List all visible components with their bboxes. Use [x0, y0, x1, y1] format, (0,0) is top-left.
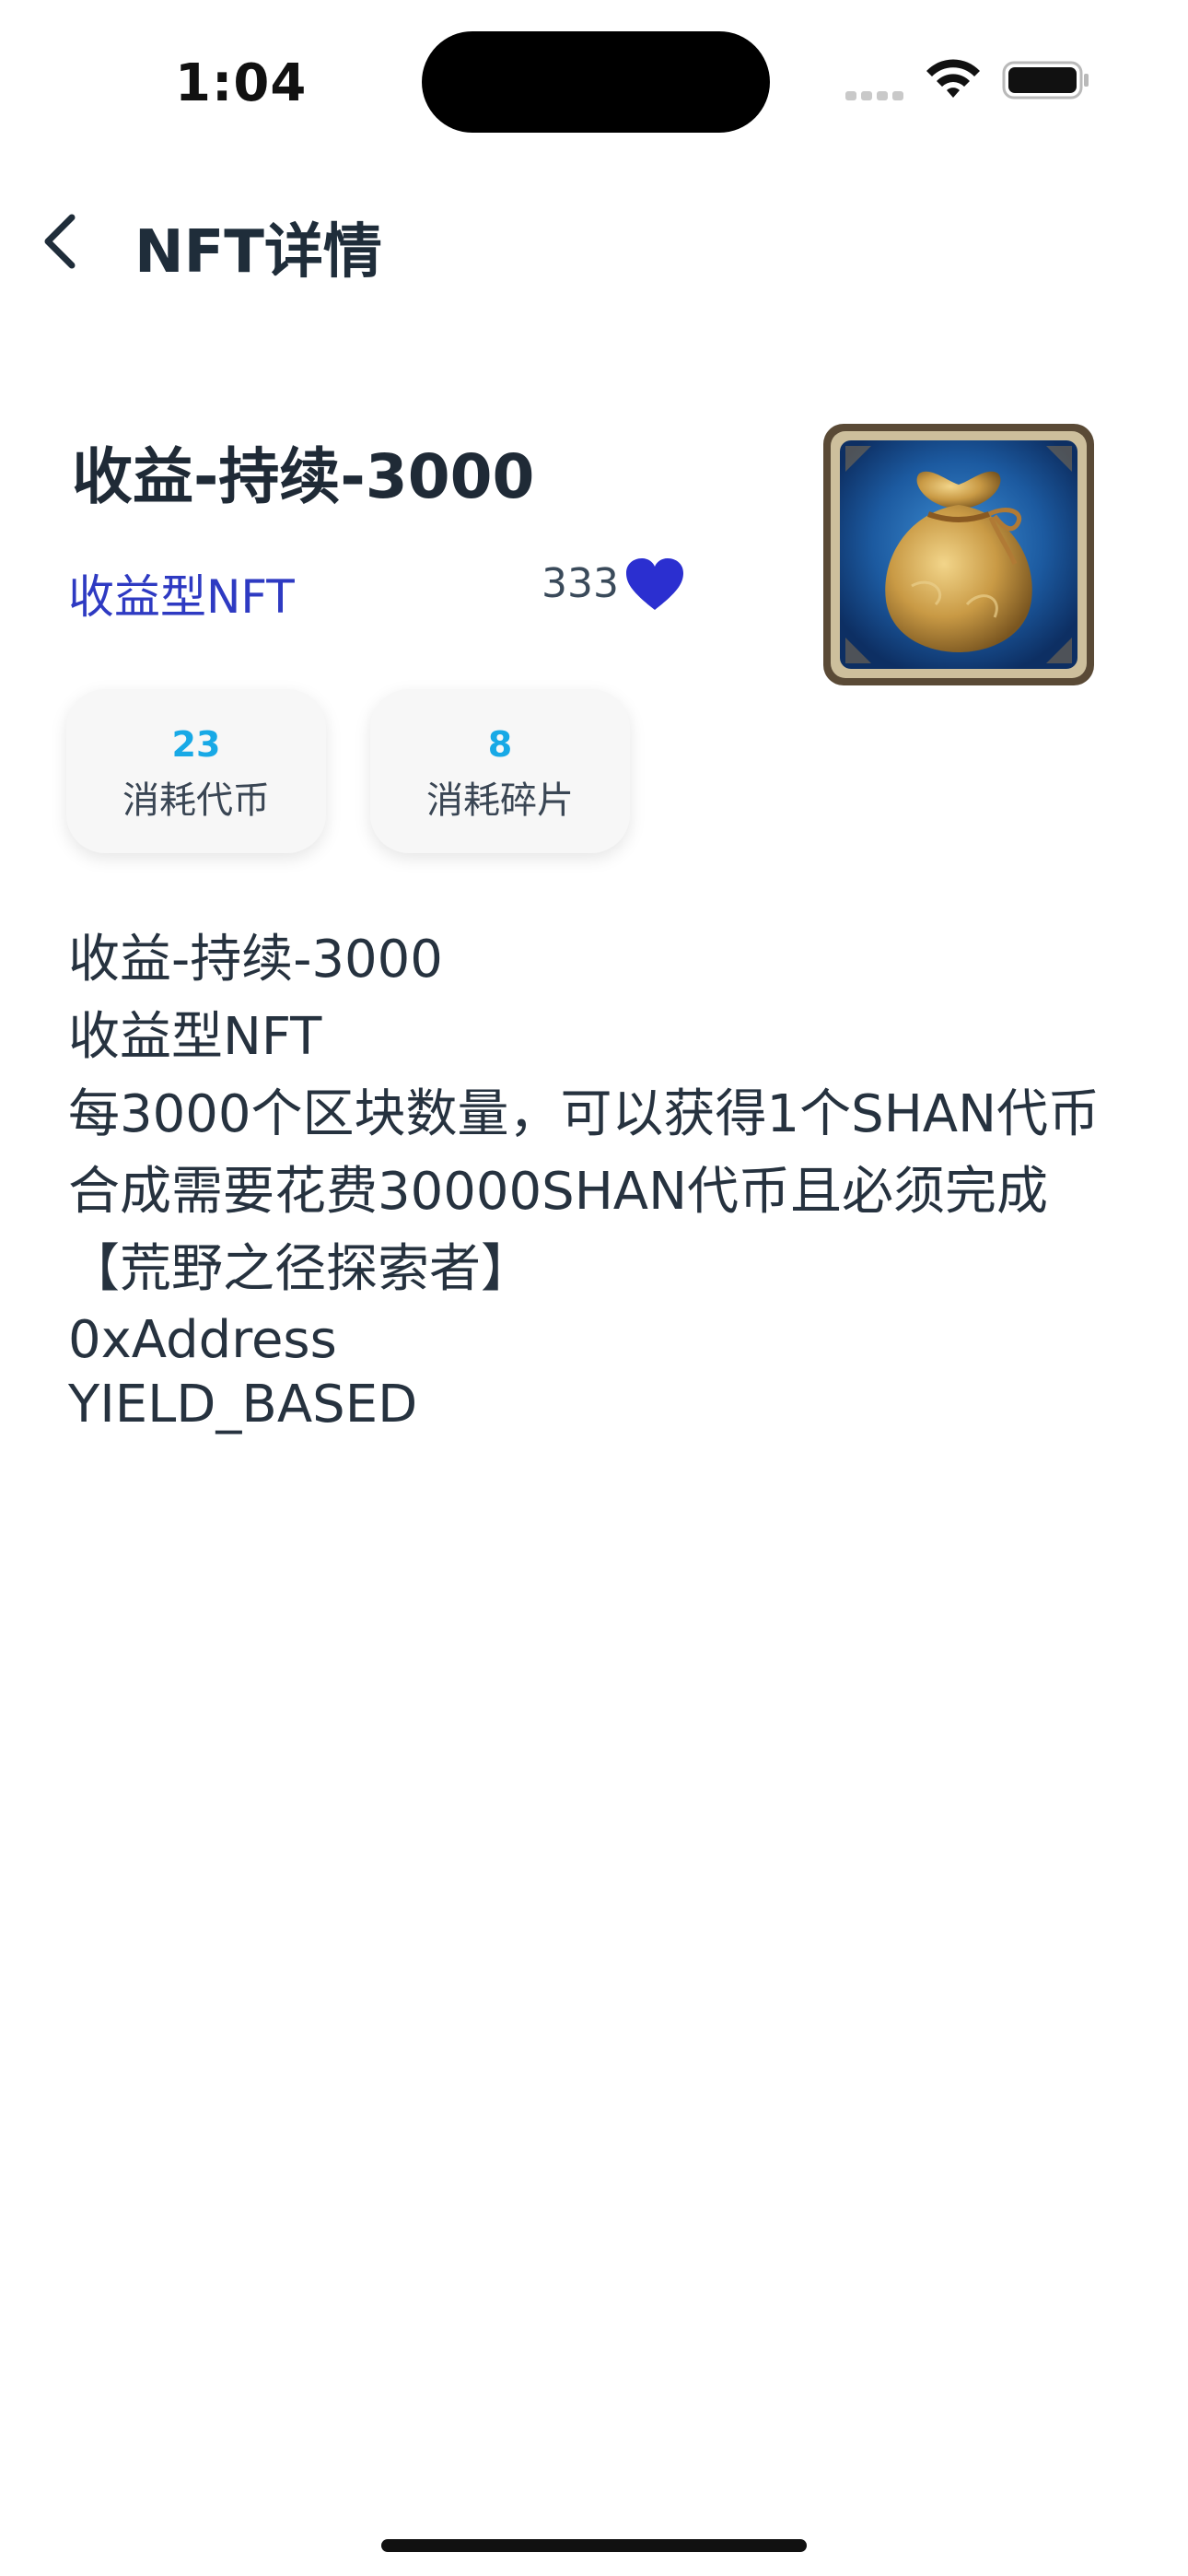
stat-label: 消耗代币 — [122, 779, 270, 822]
home-indicator[interactable] — [381, 2539, 807, 2552]
stat-label: 消耗碎片 — [426, 779, 574, 822]
stat-card-tokens: 23 消耗代币 — [66, 689, 326, 853]
description-line: 收益-持续-3000 — [68, 930, 443, 989]
nft-title: 收益-持续-3000 — [72, 441, 535, 512]
stat-card-fragments: 8 消耗碎片 — [370, 689, 630, 853]
description-line: 合成需要花费30000SHAN代币且必须完成【荒野之径探索者】 — [68, 1162, 1048, 1299]
cellular-signal-icon — [845, 87, 908, 104]
nft-type-label: 收益型NFT — [68, 570, 295, 624]
page-title: NFT详情 — [134, 218, 382, 287]
stat-value: 8 — [487, 724, 513, 765]
description-line: YIELD_BASED — [68, 1375, 418, 1434]
back-icon[interactable] — [35, 208, 87, 275]
nft-image — [823, 424, 1094, 685]
like-count: 333 — [542, 560, 619, 607]
wifi-icon — [926, 59, 980, 98]
heart-icon[interactable] — [624, 556, 685, 614]
description-line: 0xAddress — [68, 1310, 337, 1370]
description-line: 每3000个区块数量，可以获得1个SHAN代币 — [68, 1084, 1100, 1144]
status-time: 1:04 — [175, 53, 308, 113]
dynamic-island — [422, 31, 770, 133]
stat-value: 23 — [171, 724, 221, 765]
description-line: 收益型NFT — [68, 1007, 322, 1067]
nft-description: 收益-持续-3000 收益型NFT 每3000个区块数量，可以获得1个SHAN代… — [68, 921, 1127, 1437]
battery-icon — [1002, 61, 1089, 100]
